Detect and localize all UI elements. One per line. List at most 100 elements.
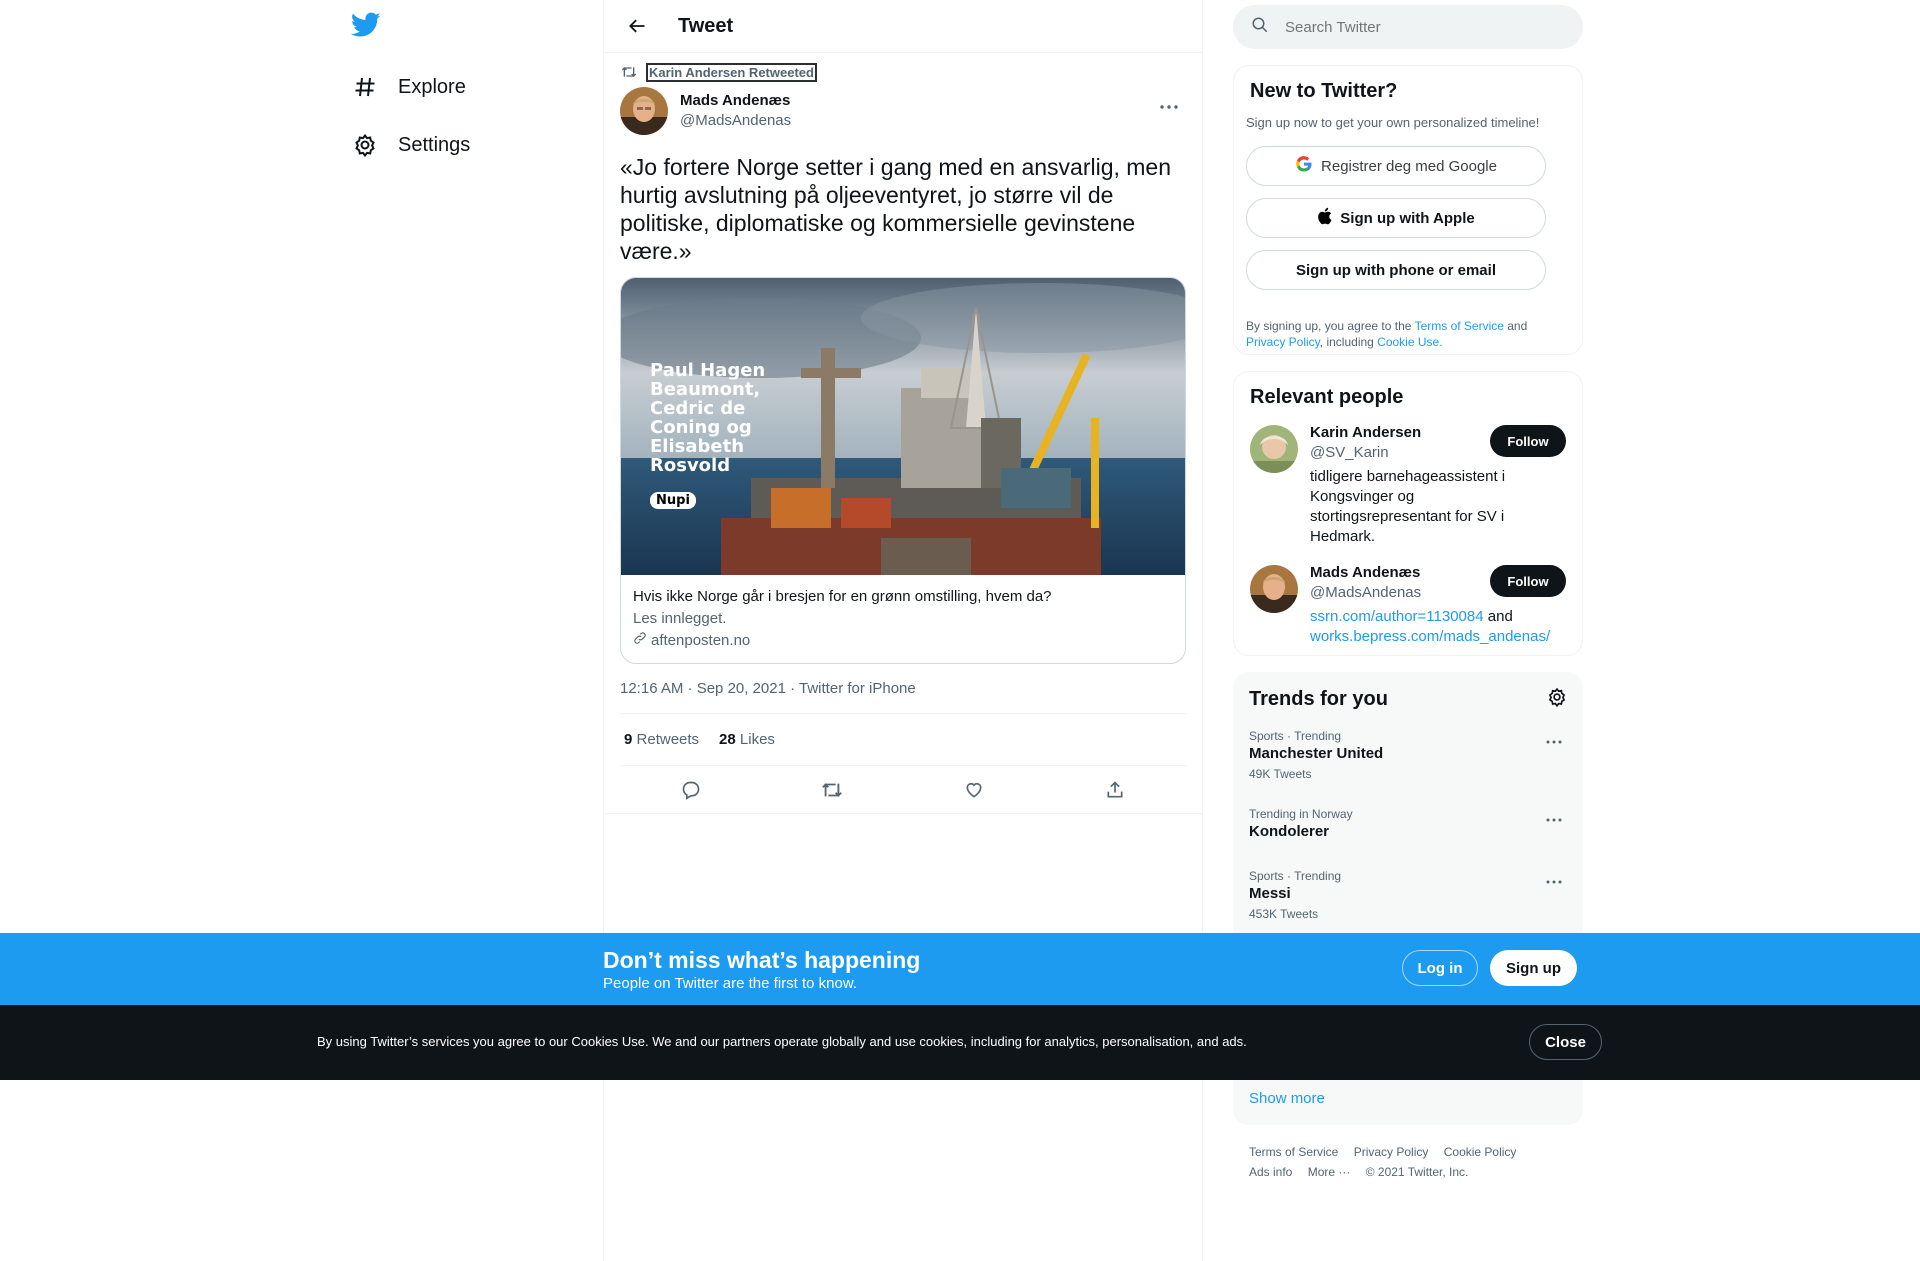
privacy-link[interactable]: Privacy Policy: [1246, 335, 1320, 349]
card-domain-text: aftenposten.no: [651, 632, 751, 649]
avatar[interactable]: [1250, 425, 1298, 473]
cookie-use-link[interactable]: Cookie Use.: [1377, 335, 1442, 349]
signup-banner-subtitle: People on Twitter are the first to know.: [603, 975, 858, 992]
signup-banner: Don’t miss what’s happening People on Tw…: [0, 933, 1920, 1005]
trend-meta: Trending in Norway: [1249, 807, 1353, 821]
tweet: Karin Andersen Retweeted Mads Andenæs @M…: [604, 62, 1202, 814]
tweet-stats: 9 Retweets 28 Likes: [620, 714, 1186, 766]
apple-signup-label: Sign up with Apple: [1340, 209, 1475, 227]
author-name[interactable]: Mads Andenæs: [680, 91, 791, 111]
person-handle[interactable]: @SV_Karin: [1310, 443, 1510, 463]
retweet-icon: [620, 64, 638, 80]
legal-and: and: [1503, 319, 1528, 333]
apple-signup-button[interactable]: Sign up with Apple: [1246, 198, 1546, 238]
nav-settings[interactable]: Settings: [340, 120, 482, 170]
more-options-icon[interactable]: [1152, 95, 1186, 119]
likes-count: 28: [719, 731, 736, 748]
trend-meta: Sports · Trending: [1249, 729, 1342, 743]
hashtag-icon: [352, 74, 378, 100]
google-signup-label: Registrer deg med Google: [1321, 157, 1497, 175]
google-icon: [1295, 155, 1313, 177]
legal-text-1: By signing up, you agree to the: [1246, 319, 1415, 333]
more-options-icon[interactable]: [1541, 810, 1567, 830]
trend-item[interactable]: Trending in Norway Kondolerer: [1249, 806, 1567, 842]
more-options-icon[interactable]: [1541, 732, 1567, 752]
card-title: Hvis ikke Norge går i bresjen for en grø…: [633, 588, 1052, 605]
author-meta: Mads Andenæs @MadsAndenas: [680, 91, 791, 131]
tweet-actions: [604, 766, 1202, 814]
back-arrow-icon[interactable]: [620, 9, 654, 43]
retweeted-by-link[interactable]: Karin Andersen Retweeted: [646, 62, 817, 82]
avatar[interactable]: [620, 87, 668, 135]
tweet-text: «Jo fortere Norge setter i gang med en a…: [620, 154, 1172, 264]
trend-name: Kondolerer: [1249, 823, 1330, 840]
bio-link[interactable]: works.bepress.com/mads_andenas/: [1310, 628, 1550, 645]
phone-email-signup-button[interactable]: Sign up with phone or email: [1246, 250, 1546, 290]
person-name[interactable]: Karin Andersen: [1310, 423, 1510, 443]
card-description: Les innlegget.: [633, 610, 727, 627]
avatar[interactable]: [1250, 565, 1298, 613]
more-options-icon[interactable]: [1541, 872, 1567, 892]
retweets-label: Retweets: [636, 731, 700, 748]
like-heart-icon[interactable]: [956, 772, 992, 808]
signup-banner-heading: Don’t miss what’s happening: [603, 947, 921, 973]
google-signup-button[interactable]: Registrer deg med Google: [1246, 146, 1546, 186]
legal-including: , including: [1319, 335, 1378, 349]
terms-link[interactable]: Terms of Service: [1415, 319, 1504, 333]
search-input[interactable]: [1285, 18, 1545, 36]
person-bio: ssrn.com/author=1130084 and works.bepres…: [1310, 607, 1550, 647]
nav-explore-label: Explore: [398, 75, 466, 98]
link-icon: [633, 631, 647, 651]
footer-tos-link[interactable]: Terms of Service: [1249, 1145, 1338, 1159]
cookie-banner-text: By using Twitter’s services you agree to…: [317, 1034, 1247, 1049]
follow-button[interactable]: Follow: [1490, 425, 1566, 457]
person-card[interactable]: Mads Andenæs @MadsAndenas ssrn.com/autho…: [1250, 563, 1566, 647]
trend-name: Messi: [1249, 885, 1291, 902]
author-handle[interactable]: @MadsAndenas: [680, 111, 791, 131]
retweets-stat[interactable]: 9 Retweets: [624, 731, 699, 748]
signup-button[interactable]: Sign up: [1490, 950, 1577, 986]
trend-meta: Sports · Trending: [1249, 869, 1342, 883]
gear-icon: [352, 132, 378, 158]
footer-cookie-link[interactable]: Cookie Policy: [1444, 1145, 1517, 1159]
trend-count: 49K Tweets: [1249, 767, 1312, 781]
trends-header: Trends for you: [1249, 686, 1567, 712]
cookie-banner: By using Twitter’s services you agree to…: [0, 1005, 1920, 1080]
gear-icon[interactable]: [1547, 687, 1567, 712]
cookie-close-button[interactable]: Close: [1529, 1024, 1602, 1060]
tweet-timestamp[interactable]: 12:16 AM · Sep 20, 2021 · Twitter for iP…: [620, 680, 1186, 714]
nav-explore[interactable]: Explore: [340, 62, 478, 112]
relevant-people-heading: Relevant people: [1250, 386, 1404, 408]
footer-privacy-link[interactable]: Privacy Policy: [1354, 1145, 1429, 1159]
retweet-action-icon[interactable]: [814, 772, 850, 808]
login-button[interactable]: Log in: [1402, 950, 1478, 986]
phone-email-signup-label: Sign up with phone or email: [1295, 261, 1496, 279]
retweet-context: Karin Andersen Retweeted: [620, 62, 1186, 82]
likes-label: Likes: [739, 731, 775, 748]
likes-stat[interactable]: 28 Likes: [719, 731, 775, 748]
trend-item[interactable]: Sports · Trending Manchester United 49K …: [1249, 728, 1567, 782]
share-icon[interactable]: [1097, 772, 1133, 808]
search-box[interactable]: [1233, 5, 1583, 49]
twitter-logo-icon[interactable]: [350, 12, 383, 44]
show-more-link[interactable]: Show more: [1249, 1090, 1325, 1107]
follow-button[interactable]: Follow: [1490, 565, 1566, 597]
retweets-count: 9: [624, 731, 633, 748]
trend-item[interactable]: Sports · Trending Messi 453K Tweets: [1249, 868, 1567, 922]
reply-icon[interactable]: [673, 772, 709, 808]
card-image-caption: Paul Hagen Beaumont, Cedric de Coning og…: [650, 360, 766, 476]
signup-banner-text: Don’t miss what’s happening People on Tw…: [603, 946, 920, 994]
trends-heading: Trends for you: [1249, 687, 1388, 710]
signup-legal-text: By signing up, you agree to the Terms of…: [1246, 318, 1566, 350]
footer-more-link[interactable]: More ···: [1308, 1165, 1351, 1179]
person-info: Karin Andersen @SV_Karin tidligere barne…: [1310, 423, 1510, 547]
footer: Terms of Service Privacy Policy Cookie P…: [1249, 1142, 1569, 1182]
new-to-twitter-subtitle: Sign up now to get your own personalized…: [1246, 115, 1540, 130]
person-card[interactable]: Karin Andersen @SV_Karin tidligere barne…: [1250, 423, 1566, 547]
relevant-people-panel: Relevant people Karin Andersen @SV_Karin…: [1233, 371, 1583, 656]
link-card[interactable]: Paul Hagen Beaumont, Cedric de Coning og…: [620, 277, 1186, 664]
footer-ads-link[interactable]: Ads info: [1249, 1165, 1292, 1179]
new-to-twitter-panel: New to Twitter? Sign up now to get your …: [1233, 65, 1583, 355]
bio-link[interactable]: ssrn.com/author=1130084: [1310, 608, 1484, 625]
trend-count: 453K Tweets: [1249, 907, 1319, 921]
